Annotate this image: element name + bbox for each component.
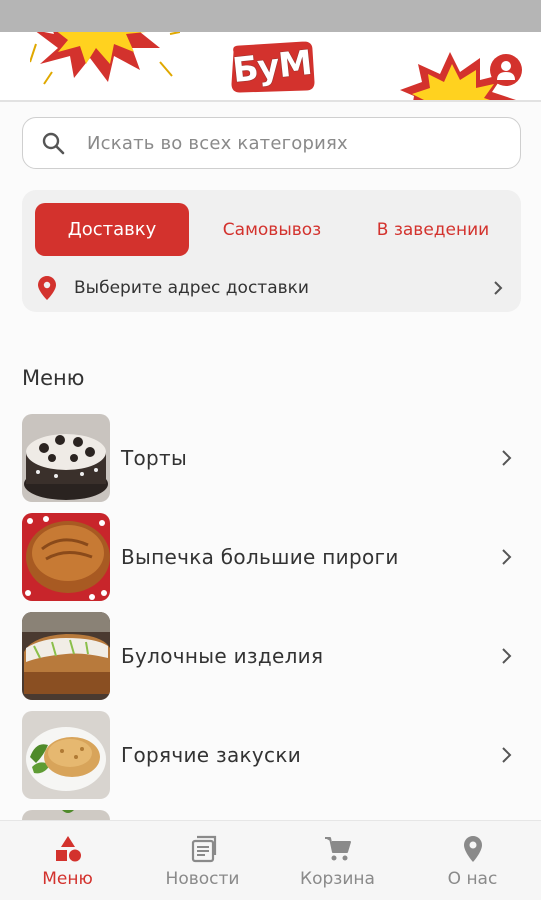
status-bar xyxy=(0,0,541,32)
profile-button[interactable] xyxy=(490,54,522,86)
search-placeholder: Искать во всех категориях xyxy=(87,132,348,154)
pie-thumbnail xyxy=(22,513,110,601)
cake-thumbnail xyxy=(22,414,110,502)
logo-text: БуМ xyxy=(230,42,314,92)
chevron-right-icon xyxy=(497,744,515,766)
nav-label: О нас xyxy=(447,869,498,889)
menu-shapes-icon xyxy=(53,835,83,863)
news-icon xyxy=(188,835,218,863)
nav-menu[interactable]: Меню xyxy=(0,821,135,900)
tab-in-venue[interactable]: В заведении xyxy=(358,203,508,256)
bum-logo: БуМ xyxy=(226,38,318,96)
nav-cart[interactable]: Корзина xyxy=(270,821,405,900)
location-pin-icon xyxy=(458,835,488,863)
tab-delivery[interactable]: Доставку xyxy=(35,203,189,256)
bun-thumbnail xyxy=(22,612,110,700)
cart-icon xyxy=(323,835,353,863)
search-icon xyxy=(39,129,67,157)
list-item-label: Торты xyxy=(121,446,188,470)
tab-pickup[interactable]: Самовывоз xyxy=(208,203,336,256)
list-item-buns[interactable]: Булочные изделия xyxy=(22,612,521,700)
address-prompt: Выберите адрес доставки xyxy=(74,278,309,298)
nav-label: Меню xyxy=(42,869,93,889)
comic-burst-decoration xyxy=(30,32,180,85)
address-selector[interactable]: Выберите адрес доставки xyxy=(36,274,506,302)
search-input[interactable]: Искать во всех категориях xyxy=(22,117,521,169)
nav-about[interactable]: О нас xyxy=(405,821,540,900)
app-header: БуМ xyxy=(0,32,541,102)
chevron-right-icon xyxy=(497,546,515,568)
list-item-label: Горячие закуски xyxy=(121,743,302,767)
list-item-cakes[interactable]: Торты xyxy=(22,414,521,502)
delivery-mode-card: Доставку Самовывоз В заведении Выберите … xyxy=(22,190,521,312)
chevron-right-icon xyxy=(490,278,506,298)
chevron-right-icon xyxy=(497,447,515,469)
nav-label: Корзина xyxy=(300,869,375,889)
bottom-navigation: Меню Новости Корзина О нас xyxy=(0,820,541,900)
user-icon xyxy=(497,61,515,80)
list-item-hot-snacks[interactable]: Горячие закуски xyxy=(22,711,521,799)
menu-section-title: Меню xyxy=(22,366,85,390)
list-item-label: Выпечка большие пироги xyxy=(121,545,399,569)
list-item-big-pies[interactable]: Выпечка большие пироги xyxy=(22,513,521,601)
location-pin-icon xyxy=(36,275,58,301)
nav-label: Новости xyxy=(165,869,240,889)
chevron-right-icon xyxy=(497,645,515,667)
hot-snack-thumbnail xyxy=(22,711,110,799)
nav-news[interactable]: Новости xyxy=(135,821,270,900)
list-item-label: Булочные изделия xyxy=(121,644,324,668)
